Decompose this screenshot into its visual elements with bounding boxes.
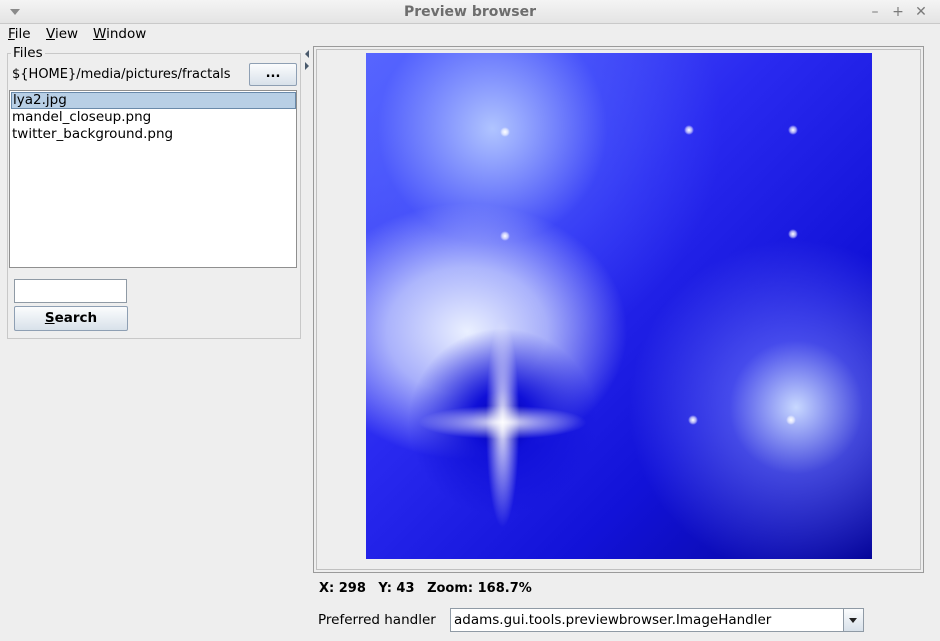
files-legend: Files — [11, 45, 45, 61]
menu-view[interactable]: View — [46, 26, 78, 42]
file-list-item[interactable]: mandel_closeup.png — [11, 109, 296, 126]
maximize-icon[interactable]: + — [889, 3, 907, 21]
status-bar: X: 298 Y: 43 Zoom: 168.7% — [319, 581, 540, 596]
preferred-handler-value: adams.gui.tools.previewbrowser.ImageHand… — [454, 612, 772, 628]
directory-path: ${HOME}/media/pictures/fractals — [12, 67, 231, 82]
preferred-handler-label: Preferred handler — [318, 612, 436, 628]
x-coordinate: X: 298 — [319, 581, 366, 596]
file-list-item[interactable]: twitter_background.png — [11, 126, 296, 143]
preview-image[interactable] — [366, 53, 872, 559]
collapse-left-icon[interactable] — [305, 50, 309, 58]
search-button[interactable]: Search — [14, 306, 128, 331]
title-bar: Preview browser – + ✕ — [0, 0, 940, 24]
file-list[interactable]: lya2.jpg mandel_closeup.png twitter_back… — [9, 90, 297, 268]
menu-bar: File View Window — [0, 24, 940, 44]
y-coordinate: Y: 43 — [378, 581, 415, 596]
window-title: Preview browser — [403, 4, 537, 20]
zoom-level: Zoom: 168.7% — [427, 581, 532, 596]
file-list-item[interactable]: lya2.jpg — [11, 92, 296, 109]
search-input[interactable] — [14, 279, 127, 303]
chevron-down-icon — [849, 618, 857, 623]
menu-window[interactable]: Window — [93, 26, 146, 42]
split-pane-divider[interactable] — [302, 44, 312, 641]
dropdown-button[interactable] — [843, 609, 863, 631]
preferred-handler-select[interactable]: adams.gui.tools.previewbrowser.ImageHand… — [450, 608, 864, 632]
menu-file[interactable]: File — [8, 26, 31, 42]
close-icon[interactable]: ✕ — [912, 3, 930, 21]
browse-directory-button[interactable]: ... — [249, 63, 297, 86]
collapse-right-icon[interactable] — [305, 62, 309, 70]
minimize-icon[interactable]: – — [866, 3, 884, 21]
